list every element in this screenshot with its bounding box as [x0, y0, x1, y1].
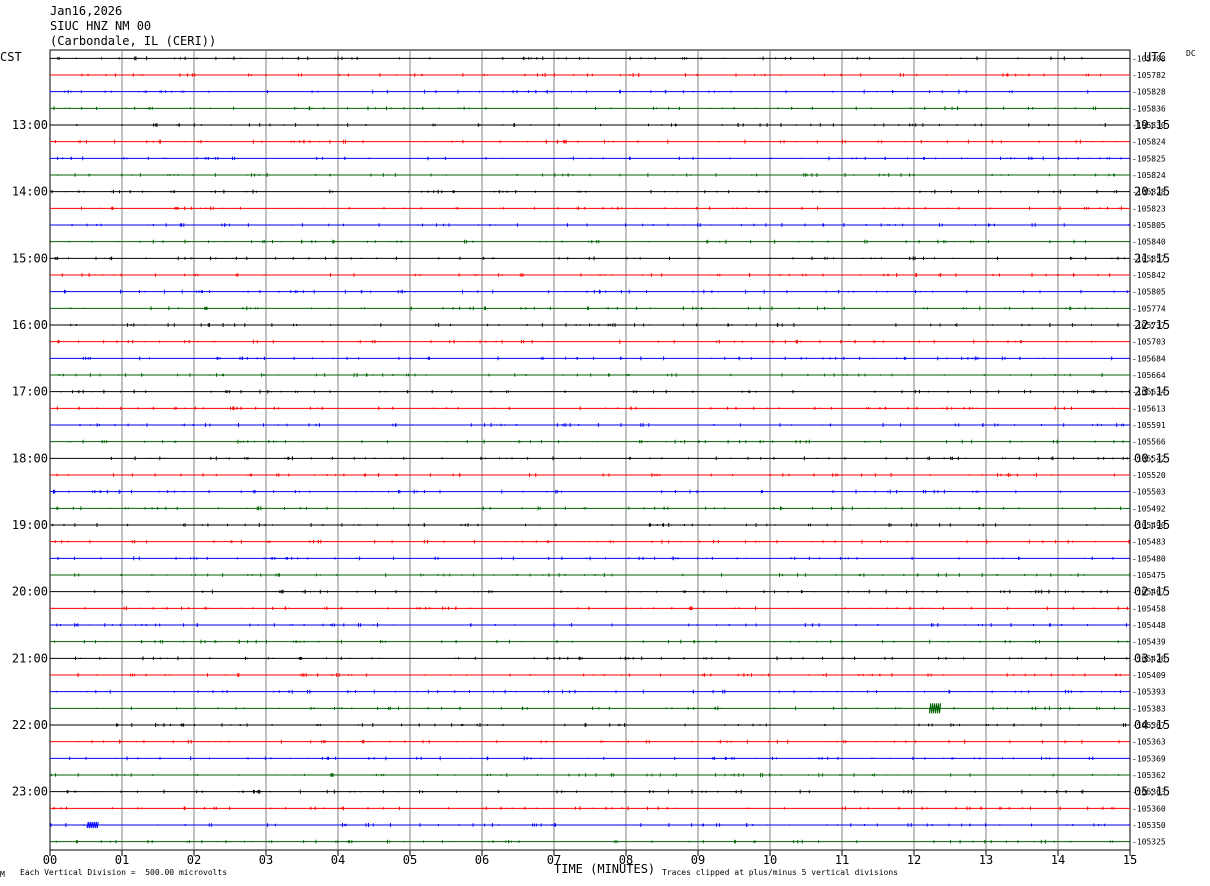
- cst-hour-label: 14:00: [12, 185, 48, 199]
- dc-offset-label: -105824: [1132, 171, 1166, 180]
- dc-offset-label: -105805: [1132, 288, 1166, 297]
- dc-offset-label: -105825: [1132, 154, 1166, 163]
- dc-offset-label: -105439: [1132, 638, 1166, 647]
- helicorder-plot: 00 01 02 03 04 05 06 07 08 09 10 11 12 13 14 15-105708-…: [12, 49, 1170, 867]
- dc-offset-label: -105805: [1132, 221, 1166, 230]
- utc-hour-label: 04:15: [1134, 718, 1170, 732]
- plot-frame: [49, 49, 1131, 851]
- clip-note: Traces clipped at plus/minus 5 vertical …: [662, 868, 899, 877]
- x-tick-label: 14: [1051, 853, 1065, 867]
- dc-offset-label: -105325: [1132, 838, 1166, 847]
- utc-hour-label: 05:15: [1134, 785, 1170, 799]
- x-tick-label: 12: [907, 853, 921, 867]
- x-tick-label: 04: [331, 853, 345, 867]
- dc-offset-label: -105475: [1132, 571, 1166, 580]
- dc-offset-label: -105409: [1132, 671, 1166, 680]
- cst-hour-label: 22:00: [12, 718, 48, 732]
- x-tick-label: 09: [691, 853, 705, 867]
- utc-hour-label: 02:15: [1134, 585, 1170, 599]
- dc-offset-label: -105520: [1132, 471, 1166, 480]
- x-tick-label: 05: [403, 853, 417, 867]
- dc-offset-label: -105350: [1132, 821, 1166, 830]
- corner-mark: M: [0, 870, 5, 879]
- dc-offset-label: -105842: [1132, 271, 1166, 280]
- x-tick-label: 00: [43, 853, 57, 867]
- x-tick-label: 02: [187, 853, 201, 867]
- dc-offset-label: -105448: [1132, 621, 1166, 630]
- cst-hour-label: 15:00: [12, 251, 48, 265]
- dc-offset-label: -105369: [1132, 754, 1166, 763]
- cst-hour-label: 20:00: [12, 585, 48, 599]
- dc-offset-label: -105684: [1132, 354, 1166, 363]
- dc-offset-label: -105840: [1132, 238, 1166, 247]
- utc-hour-label: 03:15: [1134, 651, 1170, 665]
- dc-offset-label: -105362: [1132, 771, 1166, 780]
- dc-offset-label: -105363: [1132, 738, 1166, 747]
- utc-hour-label: 20:15: [1134, 185, 1170, 199]
- dc-offset-label: -105360: [1132, 804, 1166, 813]
- cst-hour-label: 13:00: [12, 118, 48, 132]
- x-tick-label: 13: [979, 853, 993, 867]
- seismic-event: [929, 703, 942, 714]
- dc-offset-label: -105503: [1132, 488, 1166, 497]
- cst-hour-label: 19:00: [12, 518, 48, 532]
- dc-offset-label: -105383: [1132, 704, 1166, 713]
- x-tick-label: 10: [763, 853, 777, 867]
- cst-hour-label: 23:00: [12, 785, 48, 799]
- dc-offset-label: -105591: [1132, 421, 1166, 430]
- dc-offset-label: -105823: [1132, 204, 1166, 213]
- dc-offset-label: -105664: [1132, 371, 1166, 380]
- seismic-event: [86, 821, 99, 829]
- utc-hour-label: 00:15: [1134, 451, 1170, 465]
- dc-offset-label: -105782: [1132, 71, 1166, 80]
- x-tick-label: 03: [259, 853, 273, 867]
- dc-offset-label: -105480: [1132, 554, 1166, 563]
- dc-offset-label: -105393: [1132, 688, 1166, 697]
- x-tick-label: 01: [115, 853, 129, 867]
- utc-hour-label: 19:15: [1134, 118, 1170, 132]
- dc-offset-label: -105566: [1132, 438, 1166, 447]
- x-tick-label: 06: [475, 853, 489, 867]
- scale-note: Each Vertical Division = 500.00 microvol…: [20, 868, 228, 877]
- cst-hour-label: 21:00: [12, 651, 48, 665]
- dc-offset-label: -105613: [1132, 404, 1166, 413]
- utc-hour-label: 01:15: [1134, 518, 1170, 532]
- cst-hour-label: 18:00: [12, 451, 48, 465]
- dc-offset-label: -105828: [1132, 88, 1166, 97]
- dc-offset-label: -105836: [1132, 104, 1166, 113]
- x-axis-title: TIME (MINUTES): [554, 862, 656, 876]
- dc-offset-label: -105824: [1132, 138, 1166, 147]
- utc-hour-label: 23:15: [1134, 385, 1170, 399]
- cst-hour-label: 16:00: [12, 318, 48, 332]
- dc-offset-label: -105458: [1132, 604, 1166, 613]
- dc-offset-label: -105708: [1132, 54, 1166, 63]
- x-tick-label: 11: [835, 853, 849, 867]
- dc-offset-label: -105774: [1132, 304, 1166, 313]
- dc-offset-label: -105492: [1132, 504, 1166, 513]
- utc-hour-label: 21:15: [1134, 251, 1170, 265]
- dc-offset-label: -105483: [1132, 538, 1166, 547]
- utc-hour-label: 22:15: [1134, 318, 1170, 332]
- x-tick-label: 15: [1123, 853, 1137, 867]
- cst-hour-label: 17:00: [12, 385, 48, 399]
- dc-offset-label: -105703: [1132, 338, 1166, 347]
